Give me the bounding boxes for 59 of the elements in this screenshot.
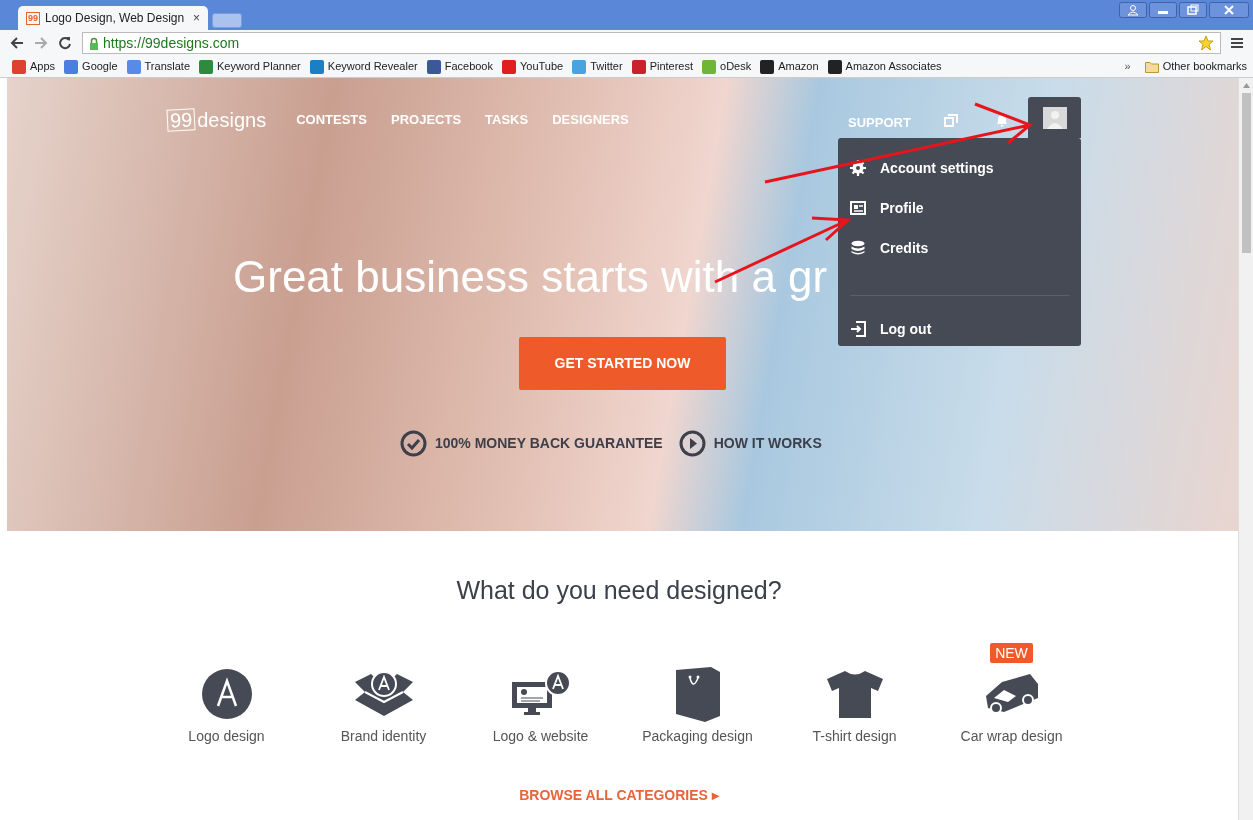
scrollbar[interactable] xyxy=(1238,78,1253,820)
bookmark-link[interactable]: oDesk xyxy=(720,58,752,75)
scrollbar-thumb[interactable] xyxy=(1241,93,1251,253)
new-badge: NEW xyxy=(990,642,1033,663)
check-circle-icon xyxy=(400,430,427,457)
play-circle-icon xyxy=(678,430,706,457)
other-bookmarks-link[interactable]: Other bookmarks xyxy=(1162,58,1247,75)
bookmark-link[interactable]: Keyword Planner xyxy=(217,58,301,75)
bell-icon[interactable] xyxy=(995,113,1009,127)
bookmark-link[interactable]: Amazon xyxy=(778,58,819,75)
shopping-bag-icon[interactable] xyxy=(674,665,721,722)
log-out-icon xyxy=(850,321,866,337)
bookmark-link[interactable]: Apps xyxy=(30,58,56,75)
hero-link[interactable]: 100% MONEY BACK GUARANTEE xyxy=(435,433,663,454)
category-link[interactable]: Car wrap design xyxy=(960,725,1063,747)
section-title: What do you need designed? xyxy=(456,575,782,606)
reload-icon[interactable] xyxy=(58,36,72,50)
bookmark-link[interactable]: YouTube xyxy=(520,58,564,75)
avatar-icon xyxy=(1042,106,1067,129)
bookmark-link[interactable]: Facebook xyxy=(444,58,493,75)
gear-icon xyxy=(850,160,866,176)
bookmark-link[interactable]: Twitter xyxy=(590,58,623,75)
profile-icon[interactable] xyxy=(1119,2,1147,18)
address-bar[interactable]: https://99designs.com xyxy=(82,32,1221,54)
url-text: https://99designs.com xyxy=(103,33,241,53)
close-icon[interactable] xyxy=(1209,2,1249,18)
t-shirt-icon[interactable] xyxy=(825,669,884,718)
restore-icon[interactable] xyxy=(1179,2,1207,18)
bookmark-link[interactable]: Pinterest xyxy=(649,58,694,75)
star-icon[interactable] xyxy=(1198,35,1214,51)
tab-close-button[interactable]: × xyxy=(193,9,200,27)
menu-icon[interactable] xyxy=(1231,37,1243,49)
id-card-icon xyxy=(850,201,866,215)
folder-icon xyxy=(1144,60,1159,73)
browser-tab[interactable]: 99 Logo Design, Web Design × xyxy=(18,6,208,30)
lock-icon xyxy=(89,36,99,50)
menu-item[interactable]: Credits xyxy=(880,237,929,259)
coins-icon xyxy=(850,240,866,256)
bookmark-link[interactable]: Google xyxy=(82,58,118,75)
back-icon[interactable] xyxy=(10,36,24,50)
category-link[interactable]: Packaging design xyxy=(642,725,753,747)
category-link[interactable]: Brand identity xyxy=(340,725,427,747)
bookmark-link[interactable]: Amazon Associates xyxy=(845,58,942,75)
favicon-icon: 99 xyxy=(26,11,40,25)
lettered-circle-icon[interactable] xyxy=(201,668,252,719)
menu-item[interactable]: Account settings xyxy=(880,157,994,179)
bookmark-link[interactable]: Keyword Revealer xyxy=(327,58,418,75)
menu-item[interactable]: Log out xyxy=(880,318,932,340)
category-link[interactable]: Logo design xyxy=(188,725,265,747)
category-link[interactable]: T-shirt design xyxy=(812,725,897,747)
avatar-button[interactable] xyxy=(1028,97,1081,138)
bookmark-link[interactable]: Translate xyxy=(144,58,190,75)
minimize-icon[interactable] xyxy=(1149,2,1177,18)
monitor-icon[interactable] xyxy=(509,669,572,718)
tab-title: Logo Design, Web Design xyxy=(45,10,186,27)
hero-link[interactable]: HOW IT WORKS xyxy=(713,433,822,454)
category-link[interactable]: Logo & website xyxy=(492,725,589,747)
bookmarks-overflow-button[interactable]: » xyxy=(1124,58,1131,75)
menu-item[interactable]: Profile xyxy=(880,197,924,219)
